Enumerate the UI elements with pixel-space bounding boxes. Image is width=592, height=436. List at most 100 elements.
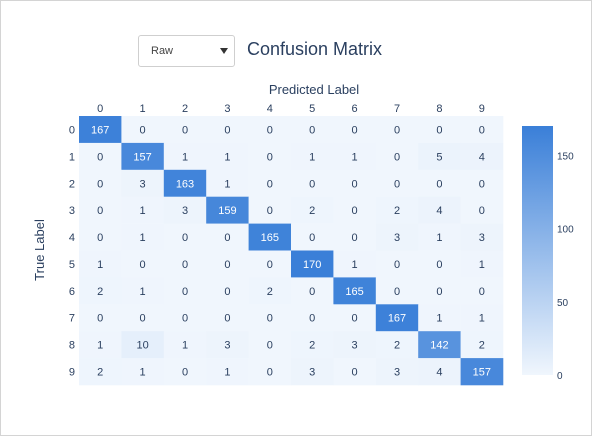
cell-value-label: 0 <box>224 124 230 136</box>
y-tick-label: 3 <box>69 205 75 217</box>
cell-value-label: 167 <box>388 313 406 325</box>
x-tick-label: 3 <box>224 103 230 115</box>
cell-value-label: 0 <box>309 232 315 244</box>
cell-value-label: 159 <box>218 205 236 217</box>
cell-value-label: 3 <box>224 340 230 352</box>
cell-value-label: 1 <box>224 151 230 163</box>
y-tick-label: 2 <box>69 178 75 190</box>
cell-value-label: 165 <box>261 232 279 244</box>
cell-value-label: 142 <box>430 340 448 352</box>
cell-value-label: 4 <box>479 151 485 163</box>
cell-value-label: 0 <box>97 151 103 163</box>
cell-value-label: 0 <box>309 124 315 136</box>
cell-value-label: 0 <box>224 259 230 271</box>
cell-value-label: 0 <box>479 178 485 190</box>
colorbar-tick-label: 50 <box>557 298 569 309</box>
cell-value-label: 2 <box>479 340 485 352</box>
cell-value-label: 157 <box>473 367 491 379</box>
cell-value-label: 1 <box>309 151 315 163</box>
cell-value-label: 2 <box>267 286 273 298</box>
cell-value-label: 0 <box>182 286 188 298</box>
cell-value-label: 0 <box>352 178 358 190</box>
cell-value-label: 0 <box>352 124 358 136</box>
y-tick-label: 4 <box>69 232 75 244</box>
cell-value-label: 0 <box>97 178 103 190</box>
cell-value-label: 0 <box>309 178 315 190</box>
cell-value-label: 0 <box>140 124 146 136</box>
cell-value-label: 0 <box>394 259 400 271</box>
colorbar <box>522 126 553 375</box>
cell-value-label: 1 <box>140 232 146 244</box>
cell-value-label: 167 <box>91 124 109 136</box>
cell-value-label: 1 <box>97 259 103 271</box>
cell-value-label: 0 <box>224 232 230 244</box>
cell-value-label: 165 <box>345 286 363 298</box>
x-tick-label: 7 <box>394 103 400 115</box>
cell-value-label: 2 <box>97 367 103 379</box>
x-tick-label: 9 <box>479 103 485 115</box>
cell-value-label: 1 <box>182 340 188 352</box>
cell-value-label: 3 <box>479 232 485 244</box>
cell-value-label: 0 <box>436 178 442 190</box>
cell-value-label: 3 <box>309 367 315 379</box>
cell-value-label: 1 <box>140 286 146 298</box>
cell-value-label: 1 <box>140 367 146 379</box>
y-tick-label: 8 <box>69 340 75 352</box>
cell-value-label: 0 <box>140 313 146 325</box>
cell-value-label: 1 <box>479 313 485 325</box>
cell-value-label: 163 <box>176 178 194 190</box>
colorbar-tick-label: 0 <box>557 371 563 382</box>
confusion-matrix-heatmap: 167 0 0 0 0 0 0 0 0 00 157 1 1 0 1 1 0 5 40 3 163 1 0 0 0 0 0 00 1 3 1… <box>32 82 574 386</box>
x-tick-label: 8 <box>436 103 442 115</box>
cell-value-label: 2 <box>394 340 400 352</box>
cell-value-label: 0 <box>479 286 485 298</box>
y-tick-label: 7 <box>69 313 75 325</box>
cell-value-label: 0 <box>267 151 273 163</box>
cell-value-label: 0 <box>267 367 273 379</box>
x-tick-label: 5 <box>309 103 315 115</box>
cell-value-label: 0 <box>309 313 315 325</box>
cell-value-label: 3 <box>182 205 188 217</box>
cell-value-label: 170 <box>303 259 321 271</box>
cell-value-label: 0 <box>436 286 442 298</box>
cell-value-label: 1 <box>352 259 358 271</box>
cell-value-label: 0 <box>267 259 273 271</box>
y-tick-label: 0 <box>69 124 75 136</box>
x-axis-title: Predicted Label <box>269 82 359 97</box>
cell-value-label: 3 <box>140 178 146 190</box>
cell-value-label: 0 <box>267 313 273 325</box>
cell-value-label: 1 <box>182 151 188 163</box>
y-tick-label: 9 <box>69 367 75 379</box>
y-tick-label: 1 <box>69 151 75 163</box>
cell-value-label: 1 <box>224 367 230 379</box>
cell-value-label: 2 <box>394 205 400 217</box>
y-axis-title: True Label <box>32 219 47 281</box>
cell-value-label: 0 <box>436 259 442 271</box>
cell-value-label: 4 <box>436 205 442 217</box>
cell-value-label: 0 <box>140 259 146 271</box>
cell-value-label: 1 <box>140 205 146 217</box>
cell-value-label: 5 <box>436 151 442 163</box>
x-tick-label: 1 <box>140 103 146 115</box>
cell-value-label: 0 <box>352 232 358 244</box>
cell-value-label: 3 <box>352 340 358 352</box>
cell-value-label: 0 <box>182 313 188 325</box>
cell-value-label: 157 <box>133 151 151 163</box>
x-tick-label: 4 <box>267 103 273 115</box>
cell-value-label: 1 <box>436 232 442 244</box>
cell-value-label: 0 <box>394 178 400 190</box>
cell-value-label: 0 <box>267 340 273 352</box>
cell-value-label: 0 <box>182 124 188 136</box>
y-tick-label: 5 <box>69 259 75 271</box>
cell-value-label: 3 <box>394 232 400 244</box>
cell-value-label: 0 <box>479 205 485 217</box>
cell-value-label: 0 <box>352 313 358 325</box>
cell-value-label: 0 <box>394 286 400 298</box>
y-tick-label: 6 <box>69 286 75 298</box>
cell-value-label: 0 <box>97 232 103 244</box>
x-tick-label: 6 <box>352 103 358 115</box>
cell-value-label: 0 <box>97 313 103 325</box>
cell-value-label: 0 <box>436 124 442 136</box>
cell-value-label: 0 <box>352 367 358 379</box>
cell-value-label: 0 <box>394 124 400 136</box>
